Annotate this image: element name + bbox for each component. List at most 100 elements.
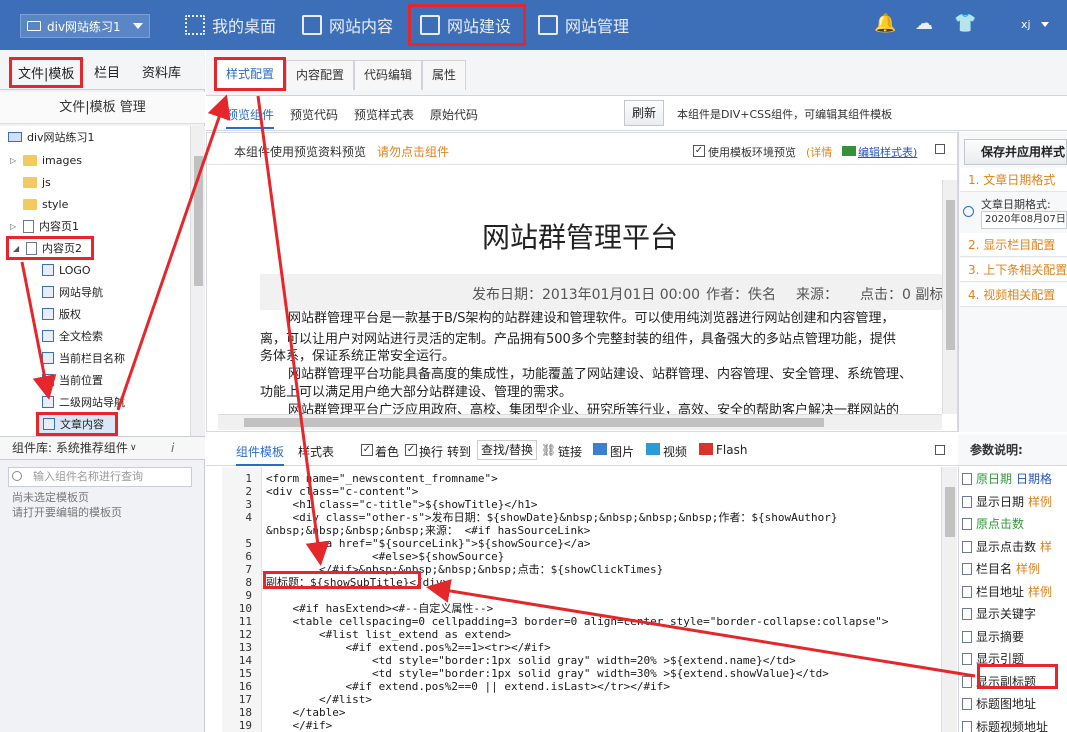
info-icon[interactable]: i [171, 437, 174, 459]
cloud-icon[interactable]: ☁ [914, 14, 934, 34]
color-checkbox[interactable]: ✓ [361, 444, 373, 456]
code-area[interactable]: <form name="_newscontent_fromname"> <div … [264, 467, 940, 732]
param-item[interactable]: 原日期 日期格 [962, 468, 1052, 490]
param-item[interactable]: 标题图地址 [962, 693, 1036, 715]
save-apply-button[interactable]: 保存并应用样式 [964, 139, 1067, 165]
param-item[interactable]: 显示摘要 [962, 626, 1024, 648]
tab-stylesheet[interactable]: 样式表 [298, 443, 334, 460]
nav-build[interactable]: 网站建设 [408, 4, 526, 46]
line-number-gutter: 1 2 3 4 5 6 7 8 9 10 11 12 13 14 15 16 17 18 19 [222, 467, 262, 732]
goto-button[interactable]: 转到 [447, 443, 471, 460]
tree-page-2[interactable]: ◢ 内容页2 [6, 236, 94, 260]
shirt-icon[interactable]: 👕 [954, 14, 976, 34]
use-env-checkbox[interactable]: ✓ [693, 145, 705, 157]
detail-link[interactable]: (详情 [806, 144, 832, 160]
scroll-thumb[interactable] [244, 418, 824, 427]
param-item[interactable]: 栏目地址 样例 [962, 581, 1052, 603]
tree-comp-nav[interactable]: 网站导航 [42, 281, 103, 303]
tree-folder-style[interactable]: style [23, 193, 68, 215]
video-button[interactable]: 视频 [663, 443, 687, 460]
link-button[interactable]: 链接 [558, 443, 582, 460]
config-item-video[interactable]: 4. 视频相关配置 [960, 283, 1067, 307]
preview-title: 网站群管理平台 [481, 221, 678, 254]
config-item-date[interactable]: 1. 文章日期格式 [960, 168, 1067, 192]
param-item[interactable]: 标题视频地址 [962, 716, 1048, 732]
tree-scrollbar[interactable] [190, 126, 205, 436]
component-library-select[interactable]: 组件库: 系统推荐组件 ∨ i [0, 436, 205, 460]
param-example: 样例 [1028, 584, 1053, 599]
maximize-icon[interactable] [935, 144, 945, 154]
tree-comp-search[interactable]: 全文检索 [42, 325, 103, 347]
subtab-raw-code[interactable]: 原始代码 [430, 106, 478, 123]
subtab-preview-css[interactable]: 预览样式表 [354, 106, 414, 123]
code-line: <#if hasExtend><#--自定义属性--> [266, 602, 494, 615]
code-line: <h1 class="c-title">${showTitle}</h1> [266, 498, 538, 511]
tab-component-template[interactable]: 组件模板 [236, 443, 285, 466]
config-item-column[interactable]: 2. 显示栏目配置 [960, 233, 1067, 257]
tab-style-config[interactable]: 样式配置 [214, 57, 287, 91]
nav-manage[interactable]: 网站管理 [538, 5, 629, 45]
param-item[interactable]: 显示关键字 [962, 603, 1036, 625]
tab-properties[interactable]: 属性 [422, 60, 467, 90]
flash-button[interactable]: Flash [716, 443, 747, 457]
clock-icon [963, 206, 974, 217]
tree-comp-column-name[interactable]: 当前栏目名称 [42, 347, 125, 369]
date-format-input[interactable]: 2020年08月07日 [981, 211, 1067, 229]
maximize-icon[interactable] [935, 445, 945, 455]
tree-comp-logo[interactable]: LOGO [42, 259, 91, 281]
refresh-button[interactable]: 刷新 [624, 100, 664, 126]
file-icon [962, 473, 972, 485]
nav-desktop[interactable]: 我的桌面 [185, 5, 276, 45]
tree-comp-copyright[interactable]: 版权 [42, 303, 81, 325]
tab-library[interactable]: 资料库 [142, 62, 181, 81]
tab-content-config[interactable]: 内容配置 [286, 60, 355, 90]
code-line: <td style="border:1px solid gray" width=… [266, 654, 796, 667]
param-item[interactable]: 显示点击数样 [962, 536, 1052, 558]
code-line: <form name="_newscontent_fromname"> [266, 472, 498, 485]
empty-note-1: 尚未选定模板页 [12, 491, 89, 504]
tree-comp-subnav[interactable]: 二级网站导航 [42, 391, 125, 413]
user-name[interactable]: xj [1021, 18, 1031, 31]
param-item[interactable]: 栏目名 样例 [962, 558, 1040, 580]
code-line: &nbsp;&nbsp;&nbsp;&nbsp;来源： <#if hasSour… [266, 524, 591, 537]
wrap-checkbox[interactable]: ✓ [405, 444, 417, 456]
tree-page-1[interactable]: ▷ 内容页1 [10, 215, 79, 237]
param-item[interactable]: 原点击数 [962, 513, 1024, 535]
tree-site[interactable]: div网站练习1 [8, 126, 95, 148]
preview-vscroll[interactable] [942, 180, 957, 414]
component-note: 本组件是DIV+CSS组件，可编辑其组件模板 [677, 108, 893, 121]
tab-code-edit[interactable]: 代码编辑 [354, 60, 423, 90]
component-search-input[interactable]: 输入组件名称进行查询 [8, 467, 192, 487]
scroll-thumb[interactable] [946, 200, 955, 350]
edit-css-link[interactable]: 编辑样式表) [858, 144, 917, 160]
preview-hscroll[interactable] [218, 414, 942, 430]
color-label: 着色 [375, 445, 400, 459]
tree-comp-location[interactable]: 当前位置 [42, 369, 103, 391]
tree-label: div网站练习1 [27, 131, 95, 144]
tree-folder-js[interactable]: js [23, 171, 51, 193]
file-icon [23, 219, 34, 233]
tree-comp-article[interactable]: 文章内容 [36, 412, 118, 436]
site-selector[interactable]: div网站练习1 [20, 14, 150, 38]
image-button[interactable]: 图片 [610, 443, 634, 460]
line-number: 16 [238, 680, 252, 693]
preview-source: 来源： [796, 287, 838, 303]
line-number: 8 [245, 576, 252, 589]
css-icon [842, 146, 856, 156]
bell-icon[interactable]: 🔔 [874, 14, 896, 34]
component-icon [42, 330, 54, 342]
subtab-preview-component[interactable]: 预览组件 [226, 106, 275, 129]
code-vscroll[interactable] [941, 467, 957, 732]
tab-files-templates[interactable]: 文件|模板 [9, 57, 84, 88]
find-replace-button[interactable]: 查找/替换 [477, 440, 538, 460]
user-menu-chevron-icon[interactable] [1041, 22, 1049, 27]
tab-columns[interactable]: 栏目 [94, 62, 120, 81]
nav-content[interactable]: 网站内容 [302, 5, 393, 45]
subtab-preview-code[interactable]: 预览代码 [290, 106, 338, 123]
tree-folder-images[interactable]: ▷ images [10, 149, 82, 171]
scroll-thumb[interactable] [194, 156, 203, 286]
preview-paragraph: 网站群管理平台是一款基于B/S架构的站群建设和管理软件。可以使用纯浏览器进行网站… [288, 311, 895, 326]
config-item-prevnext[interactable]: 3. 上下条相关配置 [960, 258, 1067, 282]
param-item[interactable]: 显示日期 样例 [962, 491, 1052, 513]
scroll-thumb[interactable] [945, 487, 955, 537]
